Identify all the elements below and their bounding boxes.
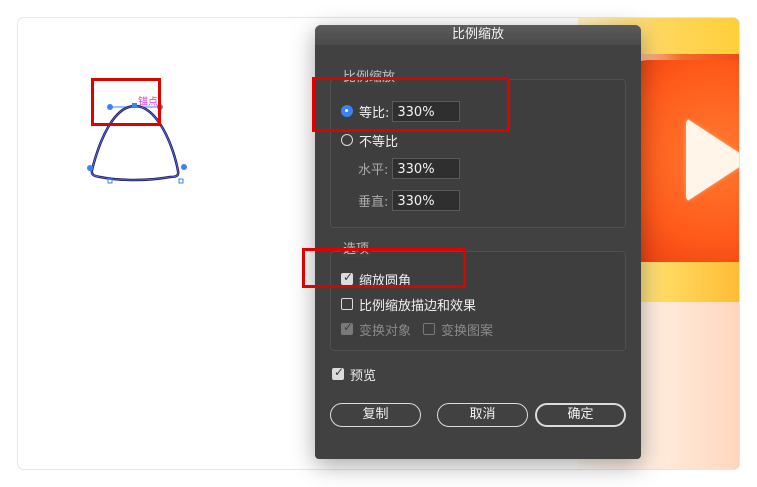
preview-checkbox[interactable] (332, 365, 344, 380)
transform-row: 变换对象 变换图案 (341, 318, 493, 340)
cancel-button[interactable]: 取消 (437, 403, 528, 427)
highlight-box-scale-corners (302, 248, 466, 288)
non-uniform-radio[interactable] (341, 134, 353, 146)
copy-button[interactable]: 复制 (330, 403, 421, 427)
horizontal-row: 水平: 330% (358, 157, 461, 179)
transform-objects-checkbox[interactable] (341, 320, 353, 335)
anchor-point-bottom-right[interactable] (178, 178, 184, 184)
transform-objects-label: 变换对象 (359, 323, 412, 339)
scale-strokes-row: 比例缩放描边和效果 (341, 293, 476, 315)
horizontal-label: 水平: (358, 162, 389, 178)
non-uniform-label: 不等比 (359, 134, 399, 150)
non-uniform-row: 不等比 (341, 129, 398, 151)
preview-label: 预览 (350, 368, 377, 384)
vertical-label: 垂直: (358, 194, 389, 210)
transform-patterns-checkbox[interactable] (423, 323, 436, 335)
ok-button[interactable]: 确定 (535, 403, 626, 427)
corner-widget-right[interactable] (181, 164, 187, 170)
scale-strokes-label: 比例缩放描边和效果 (359, 298, 477, 314)
preview-row: 预览 (332, 363, 376, 385)
vertical-row: 垂直: 330% (358, 189, 461, 211)
highlight-box-uniform (312, 77, 510, 132)
highlight-box-anchor (91, 78, 161, 126)
corner-widget-left[interactable] (87, 165, 93, 171)
vertical-value-field[interactable]: 330% (392, 189, 461, 211)
play-icon (686, 118, 739, 202)
dialog-title: 比例缩放 (315, 25, 641, 45)
scale-strokes-checkbox[interactable] (341, 298, 353, 310)
transform-patterns-label: 变换图案 (441, 323, 494, 339)
horizontal-value-field[interactable]: 330% (392, 157, 461, 179)
